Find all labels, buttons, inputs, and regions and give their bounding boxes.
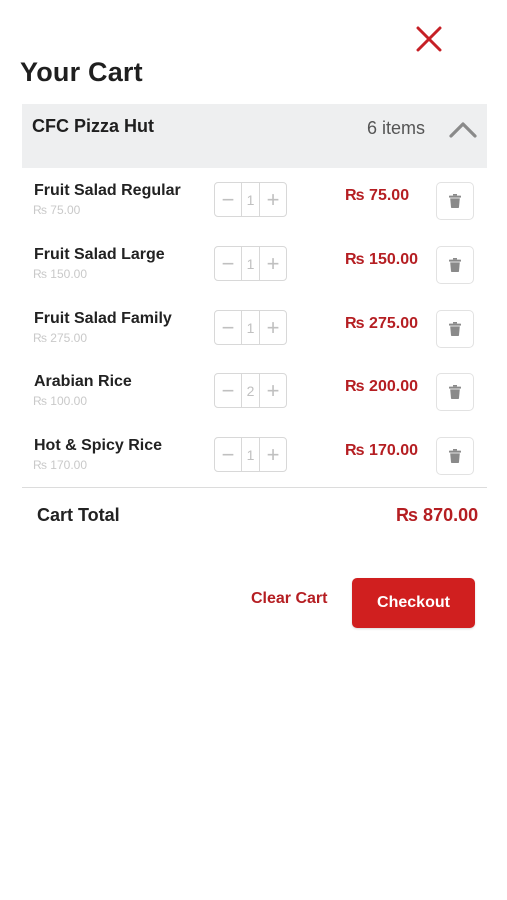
close-button[interactable] bbox=[412, 22, 446, 56]
item-total-price: ₨ 75.00 bbox=[345, 187, 410, 204]
chevron-up-icon bbox=[449, 122, 477, 138]
delete-item-button[interactable] bbox=[436, 182, 474, 220]
increase-quantity-button[interactable]: + bbox=[260, 311, 286, 344]
item-unit-price: ₨ 75.00 bbox=[33, 203, 81, 217]
decrease-quantity-button[interactable]: − bbox=[215, 374, 241, 407]
quantity-stepper: − 1 + bbox=[214, 310, 287, 345]
item-name: Arabian Rice bbox=[34, 373, 132, 390]
item-name: Fruit Salad Family bbox=[34, 310, 172, 327]
checkout-button[interactable]: Checkout bbox=[352, 578, 475, 628]
quantity-value: 1 bbox=[241, 311, 260, 344]
divider bbox=[22, 487, 487, 488]
item-name: Hot & Spicy Rice bbox=[34, 437, 163, 454]
item-name: Fruit Salad Regular bbox=[34, 182, 181, 199]
collapse-button[interactable] bbox=[446, 116, 480, 142]
restaurant-header[interactable]: CFC Pizza Hut 6 items bbox=[22, 104, 487, 168]
increase-quantity-button[interactable]: + bbox=[260, 438, 286, 471]
decrease-quantity-button[interactable]: − bbox=[215, 183, 241, 216]
trash-icon bbox=[449, 258, 461, 272]
page-title: Your Cart bbox=[20, 57, 143, 87]
trash-icon bbox=[449, 194, 461, 208]
item-total-price: ₨ 170.00 bbox=[345, 442, 418, 459]
item-count: 6 items bbox=[367, 118, 426, 138]
delete-item-button[interactable] bbox=[436, 310, 474, 348]
item-unit-price: ₨ 170.00 bbox=[33, 458, 88, 472]
increase-quantity-button[interactable]: + bbox=[260, 374, 286, 407]
item-name: Fruit Salad Large bbox=[34, 246, 165, 263]
item-unit-price: ₨ 150.00 bbox=[33, 267, 88, 281]
quantity-stepper: − 1 + bbox=[214, 437, 287, 472]
decrease-quantity-button[interactable]: − bbox=[215, 311, 241, 344]
cart-total-value: ₨ 870.00 bbox=[396, 505, 479, 525]
delete-item-button[interactable] bbox=[436, 437, 474, 475]
delete-item-button[interactable] bbox=[436, 373, 474, 411]
cart-item-row: Arabian Rice ₨ 100.00 − 2 + ₨ 200.00 bbox=[0, 361, 507, 421]
cart-item-row: Fruit Salad Large ₨ 150.00 − 1 + ₨ 150.0… bbox=[0, 234, 507, 294]
trash-icon bbox=[449, 385, 461, 399]
increase-quantity-button[interactable]: + bbox=[260, 247, 286, 280]
quantity-value: 1 bbox=[241, 183, 260, 216]
item-total-price: ₨ 150.00 bbox=[345, 251, 418, 268]
item-total-price: ₨ 200.00 bbox=[345, 378, 418, 395]
quantity-stepper: − 2 + bbox=[214, 373, 287, 408]
decrease-quantity-button[interactable]: − bbox=[215, 247, 241, 280]
cart-total-label: Cart Total bbox=[37, 505, 120, 525]
delete-item-button[interactable] bbox=[436, 246, 474, 284]
trash-icon bbox=[449, 322, 461, 336]
quantity-stepper: − 1 + bbox=[214, 182, 287, 217]
cart-item-row: Fruit Salad Family ₨ 275.00 − 1 + ₨ 275.… bbox=[0, 298, 507, 358]
trash-icon bbox=[449, 449, 461, 463]
clear-cart-button[interactable]: Clear Cart bbox=[251, 590, 327, 608]
quantity-value: 1 bbox=[241, 247, 260, 280]
close-icon bbox=[416, 26, 442, 52]
item-unit-price: ₨ 275.00 bbox=[33, 331, 88, 345]
decrease-quantity-button[interactable]: − bbox=[215, 438, 241, 471]
cart-item-row: Fruit Salad Regular ₨ 75.00 − 1 + ₨ 75.0… bbox=[0, 170, 507, 230]
cart-item-row: Hot & Spicy Rice ₨ 170.00 − 1 + ₨ 170.00 bbox=[0, 425, 507, 485]
quantity-value: 1 bbox=[241, 438, 260, 471]
item-total-price: ₨ 275.00 bbox=[345, 315, 418, 332]
restaurant-name: CFC Pizza Hut bbox=[32, 116, 155, 136]
item-unit-price: ₨ 100.00 bbox=[33, 394, 88, 408]
quantity-stepper: − 1 + bbox=[214, 246, 287, 281]
increase-quantity-button[interactable]: + bbox=[260, 183, 286, 216]
quantity-value: 2 bbox=[241, 374, 260, 407]
